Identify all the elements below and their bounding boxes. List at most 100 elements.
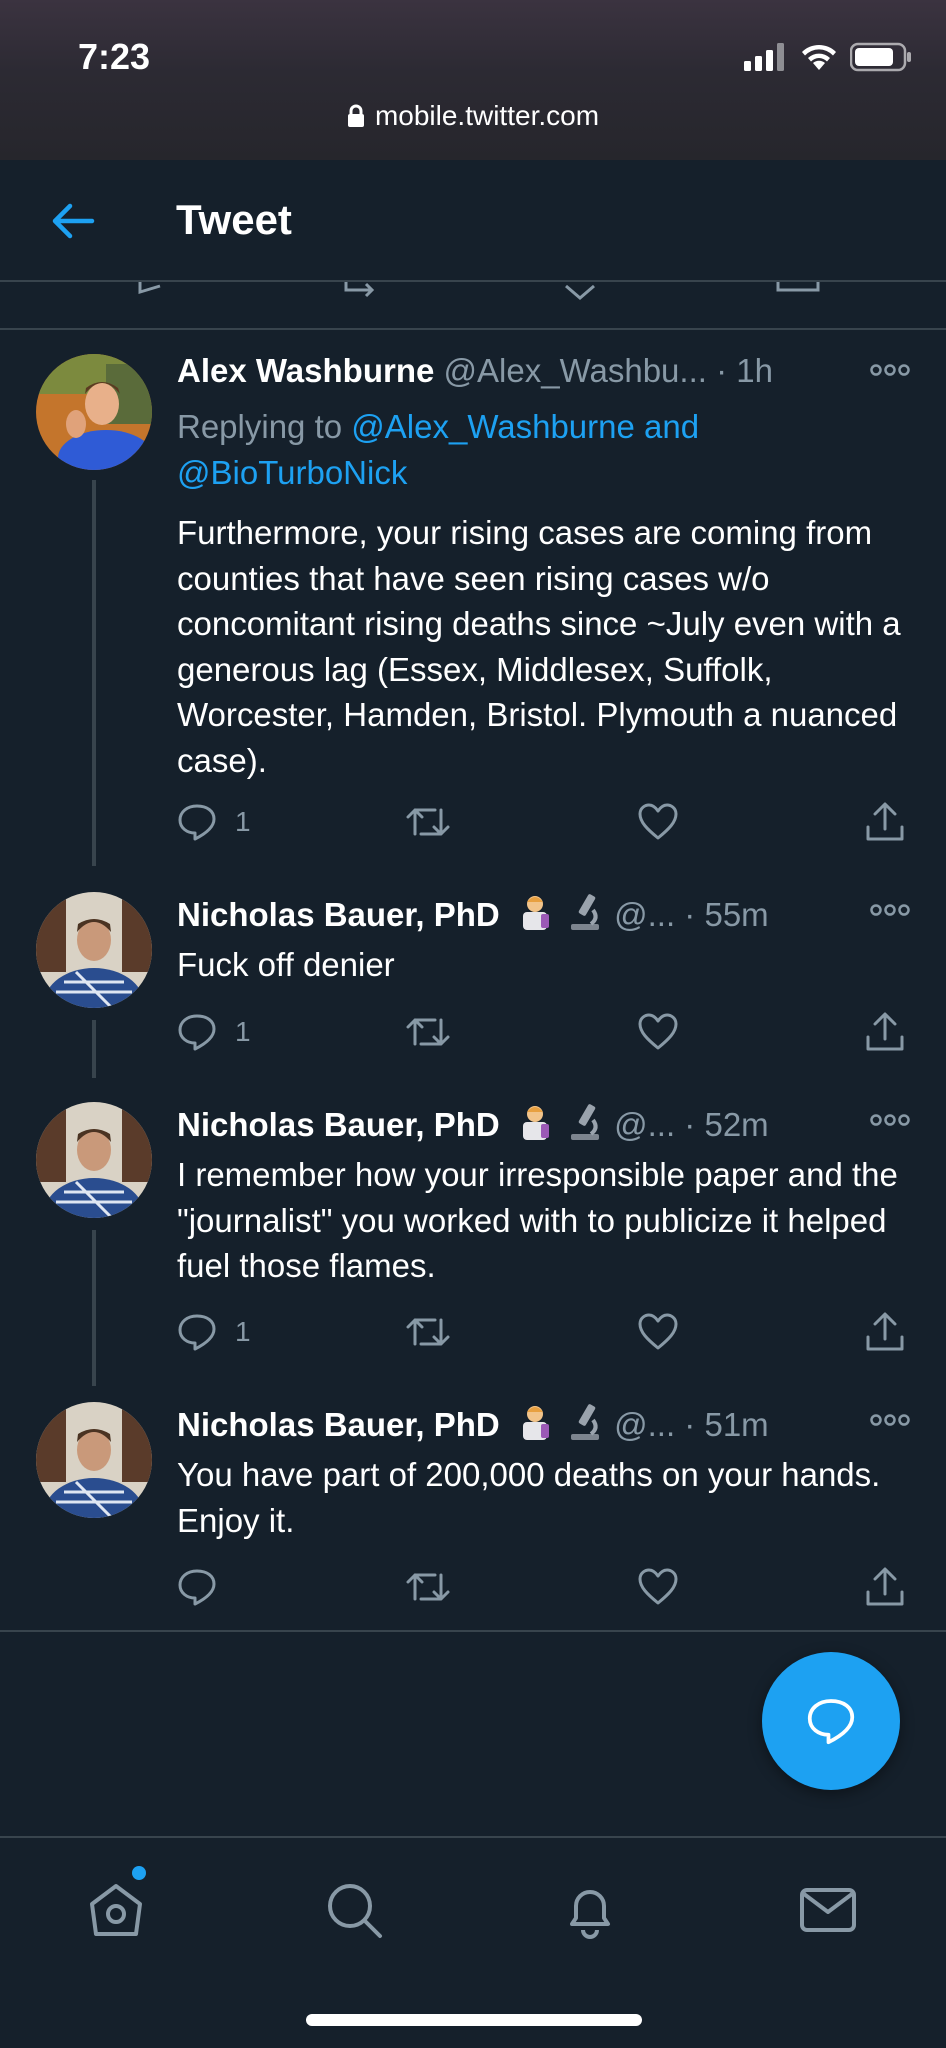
more-options-icon[interactable] [870, 1108, 910, 1132]
reply-count: 1 [235, 1016, 251, 1047]
reply-action[interactable]: 1 [177, 1307, 251, 1357]
author-handle[interactable]: @... [614, 1406, 675, 1443]
tweet-header: Nicholas Bauer, PhD @... · 52m [177, 1102, 910, 1148]
reply-action[interactable]: 1 [177, 797, 251, 847]
author-handle[interactable]: @Alex_Washbu... [444, 352, 707, 389]
tweet-time[interactable]: 52m [704, 1106, 768, 1143]
author-handle[interactable]: @... [614, 1106, 675, 1143]
url-text: mobile.twitter.com [374, 100, 600, 131]
share-icon [866, 1567, 904, 1606]
tweet-header: Nicholas Bauer, PhD @... · 55m [177, 892, 910, 938]
avatar[interactable] [36, 354, 152, 470]
share-icon [866, 1012, 904, 1051]
replying-to: Replying to @Alex_Washburne and @BioTurb… [177, 404, 896, 496]
reply-icon [178, 804, 216, 841]
home-icon[interactable] [84, 1878, 148, 1942]
share-action[interactable] [865, 1562, 905, 1612]
tweet-item[interactable]: Nicholas Bauer, PhD @... · 55m Fuck off … [0, 870, 946, 1080]
microscope-emoji-icon [570, 1404, 599, 1440]
like-action[interactable] [637, 1562, 679, 1612]
tweet-actions: 1 [177, 1007, 910, 1057]
author-name[interactable]: Nicholas Bauer, PhD [177, 1106, 500, 1143]
separator-dot: · [684, 896, 696, 933]
tweet-time[interactable]: 55m [704, 896, 768, 933]
app-header: Tweet [0, 160, 946, 282]
page-title: Tweet [176, 196, 292, 243]
retweet-action[interactable] [405, 1007, 451, 1057]
previous-tweet-actions [0, 282, 946, 330]
search-icon[interactable] [322, 1878, 386, 1942]
author-name[interactable]: Nicholas Bauer, PhD [177, 896, 500, 933]
share-icon [866, 1312, 904, 1351]
tweet-text: Furthermore, your rising cases are comin… [177, 514, 901, 779]
tweet-time[interactable]: 51m [704, 1406, 768, 1443]
lock-icon [347, 104, 364, 127]
retweet-icon [406, 1573, 450, 1601]
wifi-icon [802, 44, 836, 70]
thread-line [92, 1020, 96, 1078]
scientist-emoji-icon [522, 896, 549, 930]
browser-bar: 7:23 mobile.twitter.com [0, 0, 946, 160]
share-action[interactable] [865, 797, 905, 847]
notifications-icon[interactable] [558, 1878, 622, 1942]
tweet-text: You have part of 200,000 deaths on your … [177, 1456, 881, 1539]
tweet-text: Fuck off denier [177, 946, 395, 983]
more-options-icon[interactable] [870, 898, 910, 922]
reply-icon [178, 1014, 216, 1051]
more-options-icon[interactable] [870, 358, 910, 382]
thread-end-divider [0, 1630, 946, 1632]
status-icons [744, 42, 912, 72]
separator-dot: · [684, 1106, 696, 1143]
reply-icon [178, 1569, 216, 1606]
thread-line [92, 480, 96, 866]
replying-prefix: Replying to [177, 408, 352, 445]
retweet-action[interactable] [405, 1307, 451, 1357]
tweet-header: Nicholas Bauer, PhD @... · 51m [177, 1402, 910, 1448]
avatar[interactable] [36, 1102, 152, 1218]
share-action[interactable] [865, 1307, 905, 1357]
retweet-icon [406, 808, 450, 836]
heart-icon [638, 1013, 678, 1050]
retweet-icon [406, 1318, 450, 1346]
reply-count: 1 [235, 1316, 251, 1347]
tweet-time[interactable]: 1h [736, 352, 773, 389]
heart-icon [638, 1568, 678, 1605]
avatar[interactable] [36, 1402, 152, 1518]
separator-dot: · [716, 352, 728, 389]
reply-action[interactable] [177, 1562, 235, 1612]
tweet-text: I remember how your irresponsible paper … [177, 1156, 898, 1284]
tweet-item[interactable]: Alex Washburne @Alex_Washbu... · 1h Repl… [0, 330, 946, 866]
compose-reply-button[interactable] [762, 1652, 900, 1790]
retweet-action[interactable] [405, 797, 451, 847]
like-action[interactable] [637, 1007, 679, 1057]
home-indicator[interactable] [306, 2014, 642, 2026]
more-options-icon[interactable] [870, 1408, 910, 1432]
avatar[interactable] [36, 892, 152, 1008]
reply-icon [178, 1314, 216, 1351]
like-action[interactable] [637, 797, 679, 847]
partial-icons [138, 282, 820, 300]
messages-icon[interactable] [796, 1878, 860, 1942]
scientist-emoji-icon [522, 1106, 549, 1140]
reply-action[interactable]: 1 [177, 1007, 251, 1057]
author-name[interactable]: Alex Washburne [177, 352, 434, 389]
thread-line [92, 1230, 96, 1386]
author-name[interactable]: Nicholas Bauer, PhD [177, 1406, 500, 1443]
tweet-actions [177, 1562, 910, 1612]
battery-icon [850, 42, 911, 72]
tweet-header: Alex Washburne @Alex_Washbu... · 1h [177, 352, 910, 398]
url-bar[interactable]: mobile.twitter.com [0, 100, 946, 132]
share-action[interactable] [865, 1007, 905, 1057]
microscope-emoji-icon [570, 1104, 599, 1140]
tweet-item[interactable]: Nicholas Bauer, PhD @... · 52m I remembe… [0, 1080, 946, 1386]
author-handle[interactable]: @... [614, 896, 675, 933]
retweet-action[interactable] [405, 1562, 451, 1612]
back-arrow-icon[interactable] [48, 196, 98, 246]
tweet-item[interactable]: Nicholas Bauer, PhD @... · 51m You have … [0, 1380, 946, 1630]
status-time: 7:23 [78, 36, 151, 77]
tweet-actions: 1 [177, 1307, 910, 1357]
like-action[interactable] [637, 1307, 679, 1357]
tweet-actions: 1 [177, 797, 910, 847]
scientist-emoji-icon [522, 1406, 549, 1440]
separator-dot: · [684, 1406, 696, 1443]
